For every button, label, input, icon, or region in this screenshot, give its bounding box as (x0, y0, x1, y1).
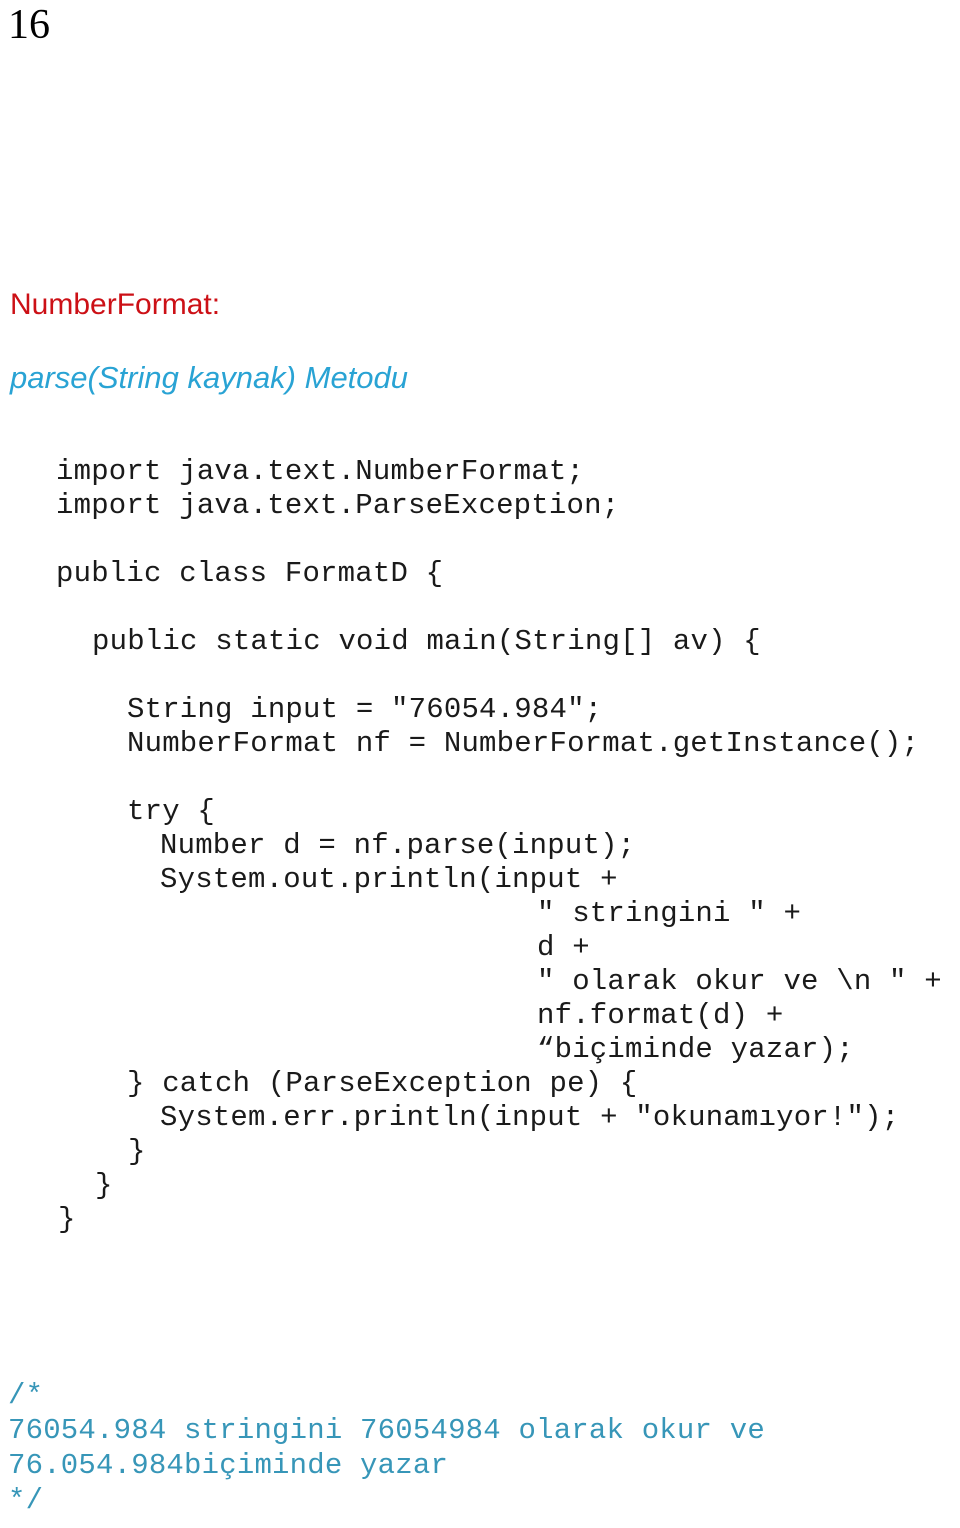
comment-line: 76054.984 stringini 76054984 olarak okur… (8, 1414, 765, 1447)
comment-line: /* (8, 1379, 44, 1412)
java-code-listing: import java.text.NumberFormat; import jav… (0, 455, 960, 1237)
code-line: } catch (ParseException pe) { (127, 1067, 638, 1100)
title-block: NumberFormat: parse(String kaynak) Metod… (10, 288, 950, 396)
code-line: nf.format(d) + (537, 999, 784, 1032)
code-line: public class FormatD { (56, 557, 444, 590)
code-line: " olarak okur ve \n " + (537, 965, 942, 998)
code-line: public static void main(String[] av) { (92, 625, 761, 658)
code-line: NumberFormat nf = NumberFormat.getInstan… (127, 727, 920, 760)
code-line: d + (537, 931, 590, 964)
code-line: String input = "76054.984"; (127, 693, 603, 726)
code-line: Number d = nf.parse(input); (160, 829, 636, 862)
code-line: System.err.println(input + "okunamıyor!"… (160, 1101, 900, 1134)
code-line: “biçiminde yazar); (537, 1033, 854, 1066)
code-line: } (128, 1135, 146, 1168)
code-output-comment-block: /* 76054.984 stringini 76054984 olarak ok… (0, 1378, 960, 1518)
code-line: " stringini " + (537, 897, 802, 930)
comment-line: */ (8, 1484, 44, 1517)
code-line: } (95, 1169, 113, 1202)
code-line: } (58, 1203, 76, 1236)
code-line: import java.text.ParseException; (56, 489, 620, 522)
page-title: NumberFormat: (10, 288, 221, 321)
code-line: System.out.println(input + (160, 863, 618, 896)
code-line: import java.text.NumberFormat; (56, 455, 585, 488)
page-subtitle: parse(String kaynak) Metodu (10, 360, 409, 395)
comment-line: 76.054.984biçiminde yazar (8, 1449, 449, 1482)
page-number: 16 (8, 2, 50, 48)
code-line: try { (127, 795, 216, 828)
